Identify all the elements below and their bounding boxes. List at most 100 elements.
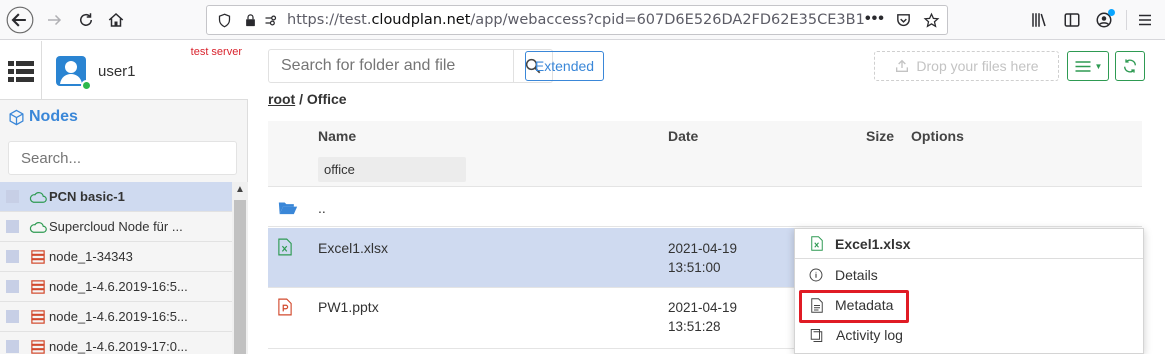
node-item-node-1-16-5b[interactable]: node_1-4.6.2019-16:5... <box>0 302 232 332</box>
node-checkbox[interactable] <box>6 250 19 263</box>
node-label: node_1-4.6.2019-16:5... <box>49 279 188 294</box>
url-domain: cloudplan.net <box>371 12 471 28</box>
node-item-pcn-basic-1[interactable]: PCN basic-1 <box>0 182 232 212</box>
url-prefix: https://test. <box>287 12 372 28</box>
refresh-icon <box>1124 59 1136 73</box>
toolbar-separator <box>1126 10 1127 30</box>
file-context-menu: Excel1.xlsx Details Metadata Activity lo… <box>794 228 1144 354</box>
node-checkbox[interactable] <box>6 220 19 233</box>
menu-item-label: Details <box>835 267 878 283</box>
url-path: /app/webaccess?cpid=607D6E526DA2FD62E35C… <box>470 12 865 28</box>
node-list: PCN basic-1 Supercloud Node für ... node… <box>0 182 232 354</box>
file-date-time: 13:51:28 <box>668 319 721 334</box>
url-text: https://test.cloudplan.net/app/webaccess… <box>287 12 865 28</box>
node-label: node_1-4.6.2019-16:5... <box>49 309 188 324</box>
extended-search-button[interactable]: Extended <box>525 51 604 81</box>
menu-item-activity-log[interactable]: Activity log <box>795 320 1143 350</box>
username: user1 <box>98 63 136 80</box>
forward-button[interactable] <box>38 4 70 36</box>
url-bar[interactable]: https://test.cloudplan.net/app/webaccess… <box>206 5 948 35</box>
excel-file-icon <box>811 236 823 251</box>
scroll-up-arrow-icon[interactable]: ▲ <box>232 182 248 198</box>
node-checkbox[interactable] <box>6 280 19 293</box>
node-checkbox[interactable] <box>6 190 19 203</box>
file-date-day: 2021-04-19 <box>668 241 738 256</box>
node-item-supercloud[interactable]: Supercloud Node für ... <box>0 212 232 242</box>
forward-arrow-icon <box>48 14 62 26</box>
cloud-icon <box>29 221 47 233</box>
bookmark-star-icon[interactable] <box>923 12 940 29</box>
user-box: user1 test server <box>0 41 248 100</box>
server-icon <box>31 249 45 264</box>
node-search-input[interactable] <box>8 141 237 175</box>
sync-dot-icon <box>1108 9 1115 16</box>
breadcrumb-current: Office <box>306 91 347 107</box>
node-checkbox[interactable] <box>6 310 19 323</box>
permissions-icon <box>265 15 277 26</box>
name-filter-input[interactable]: office <box>318 157 466 182</box>
upload-icon <box>896 59 909 72</box>
list-grid-icon <box>7 60 34 82</box>
home-button[interactable] <box>100 4 132 36</box>
node-item-node-1-16-5a[interactable]: node_1-4.6.2019-16:5... <box>0 272 232 302</box>
file-date-time: 13:51:00 <box>668 260 721 275</box>
home-icon <box>108 12 124 27</box>
node-list-scrollbar[interactable]: ▲ <box>232 182 248 354</box>
node-item-node-1-17-0[interactable]: node_1-4.6.2019-17:0... <box>0 332 232 354</box>
nodes-title: Nodes <box>8 108 78 126</box>
file-date: 2021-04-19 13:51:28 <box>668 298 737 336</box>
back-arrow-icon <box>6 6 34 34</box>
file-date: 2021-04-19 13:51:00 <box>668 239 737 277</box>
menu-item-label: Activity log <box>836 327 903 343</box>
breadcrumb: root / Office <box>268 91 347 107</box>
file-date-day: 2021-04-19 <box>668 300 738 315</box>
scroll-thumb[interactable] <box>234 200 246 354</box>
metadata-highlight-box <box>799 290 909 323</box>
hamburger-menu-icon[interactable] <box>1136 11 1154 29</box>
drop-zone[interactable]: Drop your files here <box>874 51 1059 81</box>
caret-down-icon: ▼ <box>1094 61 1103 71</box>
table-header: Name Date Size Options office <box>268 121 1142 187</box>
node-label: node_1-34343 <box>49 249 133 264</box>
cube-icon <box>9 109 24 125</box>
context-menu-title: Excel1.xlsx <box>835 235 911 252</box>
reload-button[interactable] <box>70 4 102 36</box>
cloud-icon <box>29 191 47 203</box>
more-actions-icon[interactable]: ••• <box>865 10 885 28</box>
column-size[interactable]: Size <box>866 128 894 144</box>
column-options: Options <box>911 128 964 144</box>
excel-file-icon <box>278 238 292 256</box>
activity-log-icon <box>810 328 823 342</box>
node-checkbox[interactable] <box>6 340 19 353</box>
online-status-dot <box>81 80 92 91</box>
table-row-parent-folder[interactable]: .. <box>268 188 1142 227</box>
breadcrumb-root[interactable]: root <box>268 91 295 107</box>
column-name[interactable]: Name <box>318 128 356 144</box>
node-label: PCN basic-1 <box>49 189 125 204</box>
menu-item-details[interactable]: Details <box>795 260 1143 290</box>
info-icon <box>809 268 823 282</box>
drop-zone-label: Drop your files here <box>916 58 1039 74</box>
file-search-input[interactable] <box>268 49 514 83</box>
list-icon <box>1075 60 1091 72</box>
column-date[interactable]: Date <box>668 128 698 144</box>
nodes-title-text: Nodes <box>29 108 78 125</box>
powerpoint-file-icon <box>278 298 292 316</box>
file-name: Excel1.xlsx <box>318 240 389 256</box>
context-menu-header: Excel1.xlsx <box>795 229 1143 259</box>
shield-icon <box>218 13 231 28</box>
pocket-icon[interactable] <box>895 12 912 29</box>
sidebar: user1 test server Nodes PCN basic-1 Supe… <box>0 41 248 354</box>
list-menu-button[interactable]: ▼ <box>1067 51 1109 81</box>
node-label: node_1-4.6.2019-17:0... <box>49 339 188 354</box>
node-item-node-1-34343[interactable]: node_1-34343 <box>0 242 232 272</box>
server-icon <box>31 309 45 324</box>
library-icon[interactable] <box>1030 11 1048 29</box>
back-button[interactable] <box>4 4 36 36</box>
sidebar-toggle-icon[interactable] <box>1063 11 1081 29</box>
server-label: test server <box>190 46 242 58</box>
refresh-button[interactable] <box>1115 51 1145 81</box>
lock-icon <box>246 14 255 27</box>
apps-button[interactable] <box>0 41 42 100</box>
file-name: .. <box>318 200 326 216</box>
